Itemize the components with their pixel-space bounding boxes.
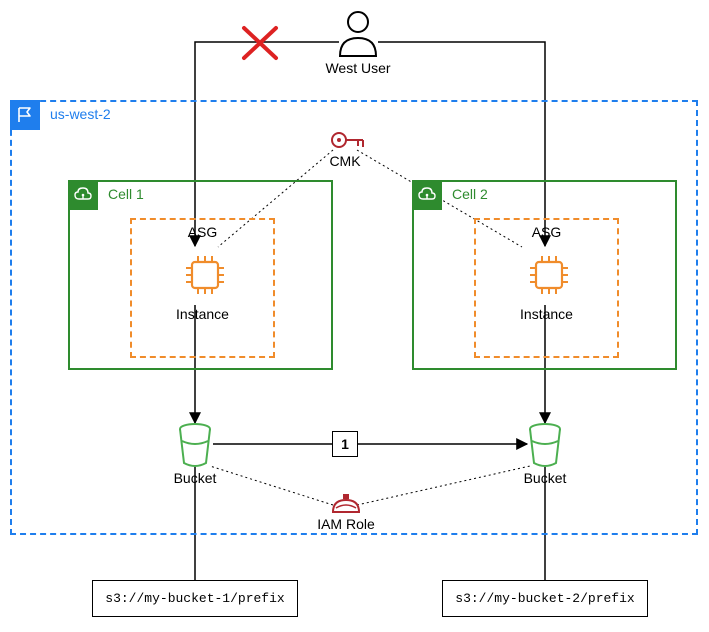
instance-1-label: Instance: [132, 306, 273, 322]
instance-2-icon: [524, 250, 574, 300]
asg-2-label: ASG: [476, 224, 617, 240]
bucket-2-uri: s3://my-bucket-2/prefix: [442, 580, 648, 617]
cell-2: Cell 2 ASG Instance: [412, 180, 677, 370]
cell-cloud-icon: [412, 180, 442, 210]
cell-cloud-icon: [68, 180, 98, 210]
iam-role-label: IAM Role: [310, 516, 382, 532]
asg-2: ASG Instance: [474, 218, 619, 358]
cell-1-label: Cell 1: [108, 186, 144, 202]
cmk-label: CMK: [320, 153, 370, 169]
region-flag-icon: [10, 100, 40, 130]
cell-1: Cell 1 ASG Instance: [68, 180, 333, 370]
user-icon: [336, 10, 380, 58]
asg-1: ASG Instance: [130, 218, 275, 358]
asg-1-label: ASG: [132, 224, 273, 240]
instance-2-label: Instance: [476, 306, 617, 322]
cell-2-label: Cell 2: [452, 186, 488, 202]
region-label: us-west-2: [50, 106, 111, 122]
bucket-1-uri: s3://my-bucket-1/prefix: [92, 580, 298, 617]
bucket-1-label: Bucket: [160, 470, 230, 486]
step-1-box: 1: [332, 431, 358, 457]
bucket-2-label: Bucket: [510, 470, 580, 486]
architecture-diagram: West User us-west-2 CMK Cell 1 ASG: [0, 0, 709, 632]
user-label: West User: [318, 60, 398, 76]
cmk-key-icon: [330, 128, 366, 152]
bucket-1-icon: [177, 423, 213, 467]
instance-1-icon: [180, 250, 230, 300]
bucket-2-icon: [527, 423, 563, 467]
step-1-label: 1: [341, 436, 349, 452]
iam-role-icon: [330, 492, 362, 514]
